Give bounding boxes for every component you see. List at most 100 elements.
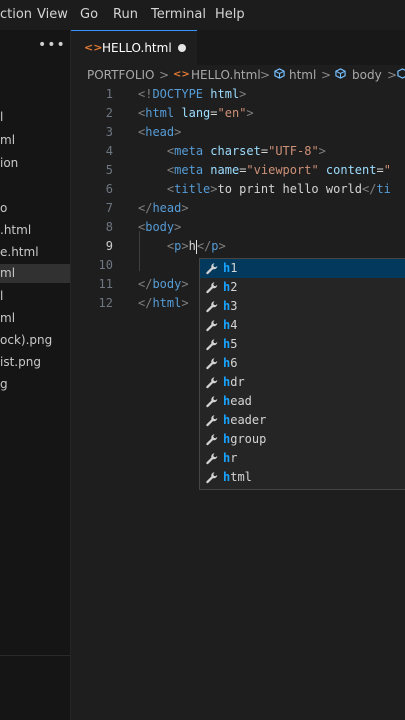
code-token: > [318,144,326,158]
code-line[interactable]: <meta charset="UTF-8"> [138,144,326,158]
html-file-icon: <> [84,41,103,54]
menu-view[interactable]: View [37,7,68,22]
code-token: charset [210,144,261,158]
code-token: > [181,239,189,253]
suggestion-label: header [223,413,267,427]
suggestion-item[interactable]: h3 [200,297,405,316]
explorer-file-selected[interactable]: ml [0,264,70,283]
line-number: 10 [98,258,113,272]
suggestion-item[interactable]: h2 [200,278,405,297]
explorer-file[interactable]: o [0,201,7,215]
code-line[interactable]: </head> [138,201,189,215]
menu-go[interactable]: Go [80,7,98,22]
code-token: DOCTYPE [152,87,204,101]
ellipsis-icon[interactable]: ••• [38,37,66,53]
tab-hello-html[interactable]: <> HELLO.html [71,30,197,66]
breadcrumb-symbol-html[interactable]: html [289,68,316,82]
code-token: </ [138,277,153,291]
code-line[interactable]: <!DOCTYPE html> [138,87,246,101]
wrench-icon [205,470,219,484]
suggestion-item[interactable]: h5 [200,335,405,354]
code-line[interactable]: </html> [138,296,189,310]
suggestion-item[interactable]: hdr [200,373,405,392]
suggestion-label: head [223,394,252,408]
suggestion-item[interactable]: h1 [200,259,405,278]
menu-run[interactable]: Run [113,7,138,22]
menu-help[interactable]: Help [215,7,245,22]
symbol-element-icon [397,68,405,79]
wrench-icon [205,394,219,408]
code-token: > [181,296,189,310]
suggestion-item[interactable]: html [200,468,405,487]
suggestion-label: h6 [223,356,238,370]
suggestion-label: hr [223,451,238,465]
line-number: 7 [105,201,113,215]
tab-label: HELLO.html [102,41,172,55]
suggestion-item[interactable]: h4 [200,316,405,335]
code-token: name [210,163,240,177]
code-line[interactable]: <head> [138,125,181,139]
explorer-file[interactable]: .html [0,223,31,237]
breadcrumb-symbol-body[interactable]: body [352,68,382,82]
line-number: 1 [105,87,113,101]
explorer-file[interactable]: ock).png [0,333,52,347]
explorer-file[interactable]: ist.png [0,355,41,369]
menu-selection[interactable]: ction [0,7,32,22]
chevron-right-icon: > [260,68,271,82]
code-line[interactable]: <p>h</p> [138,239,226,254]
explorer-file[interactable]: g [0,377,8,391]
suggestion-item[interactable]: header [200,411,405,430]
line-number: 6 [105,182,113,196]
code-token: </ [362,182,377,196]
line-number: 5 [105,163,113,177]
explorer-file[interactable]: ion [0,156,18,170]
code-token: </ [138,296,153,310]
code-token: = [210,106,218,120]
wrench-icon [205,299,219,313]
code-line[interactable]: <html lang="en"> [138,106,254,120]
suggestion-label: h1 [223,261,238,275]
suggestion-item[interactable]: hr [200,449,405,468]
line-number: 2 [105,106,113,120]
menu-bar: ction View Go Run Terminal Help [0,0,405,30]
code-token: title [174,182,211,196]
code-token: "viewport" [246,163,319,177]
wrench-icon [205,318,219,332]
breadcrumb-folder[interactable]: PORTFOLIO [87,68,155,82]
code-line[interactable]: <meta name="viewport" content=" [138,163,391,177]
code-token: body [145,220,175,234]
suggestion-item[interactable]: hgroup [200,430,405,449]
unsaved-dot-icon[interactable] [178,44,186,52]
code-line[interactable]: <body> [138,220,181,234]
code-line[interactable]: <title>to print hello world</ti [138,182,391,196]
suggestion-label: h2 [223,280,238,294]
code-line[interactable]: </body> [138,277,189,291]
explorer-file[interactable]: ml [0,311,15,325]
wrench-icon [205,261,219,275]
suggestion-label: h5 [223,337,238,351]
menu-terminal[interactable]: Terminal [151,7,206,22]
wrench-icon [205,356,219,370]
suggestion-item[interactable]: h6 [200,354,405,373]
code-token: html [152,296,182,310]
suggestion-item[interactable]: head [200,392,405,411]
line-number: 4 [105,144,113,158]
breadcrumb-file[interactable]: HELLO.html [191,68,261,82]
sidebar-divider [0,655,70,656]
explorer-file[interactable]: e.html [0,245,39,259]
code-token: content [325,163,377,177]
code-token: "en" [217,106,247,120]
symbol-element-icon [274,68,285,79]
explorer-file[interactable]: ml [0,133,15,147]
explorer-file[interactable]: l [0,289,3,303]
line-number: 12 [98,296,113,310]
symbol-element-icon [335,68,346,79]
code-token: body [152,277,182,291]
wrench-icon [205,337,219,351]
explorer-file[interactable]: l [0,110,3,124]
code-token: " [383,163,391,177]
line-number: 8 [105,220,113,234]
